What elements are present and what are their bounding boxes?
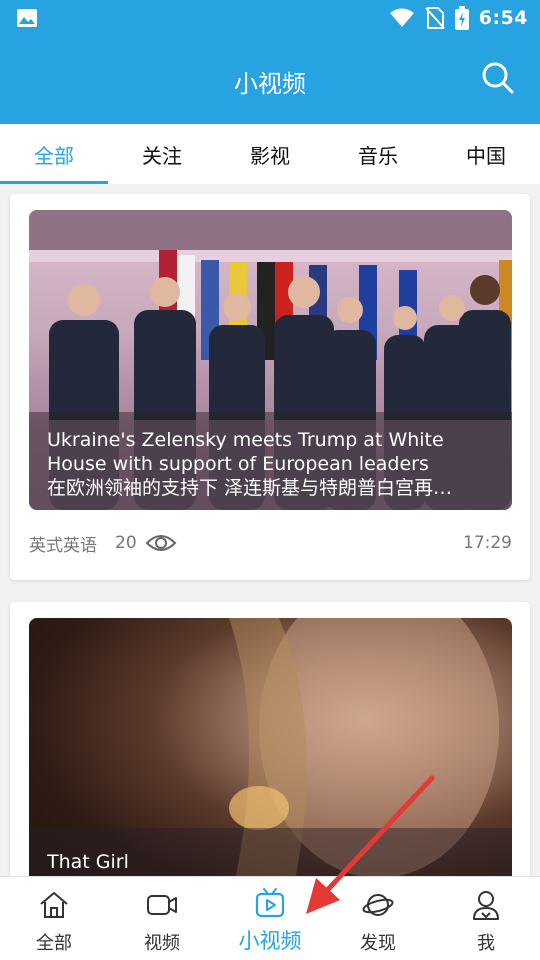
planet-icon xyxy=(362,894,394,916)
battery-charging-icon xyxy=(454,6,469,30)
nav-item-all[interactable]: 全部 xyxy=(0,877,108,960)
tab-following[interactable]: 关注 xyxy=(108,124,216,184)
source-label[interactable]: 英式英语 xyxy=(29,531,97,556)
nav-label: 小视频 xyxy=(238,929,302,953)
tab-all[interactable]: 全部 xyxy=(0,124,108,184)
tab-music[interactable]: 音乐 xyxy=(324,124,432,184)
nav-label: 全部 xyxy=(36,933,72,954)
video-camera-icon xyxy=(147,895,177,915)
video-thumbnail[interactable]: Ukraine's Zelensky meets Trump at White … xyxy=(29,210,512,510)
gallery-icon xyxy=(17,9,37,27)
app-bar: 小视频 xyxy=(0,36,540,124)
eye-icon xyxy=(145,535,177,551)
search-icon[interactable] xyxy=(480,60,516,96)
nav-label: 发现 xyxy=(360,933,396,954)
nav-item-me[interactable]: 我 xyxy=(432,877,540,960)
tv-play-icon xyxy=(255,888,285,918)
view-count: 20 xyxy=(115,533,137,553)
video-card[interactable]: Ukraine's Zelensky meets Trump at White … xyxy=(10,194,530,580)
video-meta: 英式英语 20 17:29 xyxy=(29,530,512,556)
caption-chinese-line: 在欧洲领袖的支持下 泽连斯基与特朗普白宫再… xyxy=(47,477,453,499)
status-bar: 6:54 xyxy=(0,0,540,36)
clock: 6:54 xyxy=(478,7,528,29)
wifi-icon xyxy=(389,8,414,27)
tab-china[interactable]: 中国 xyxy=(432,124,540,184)
page-title: 小视频 xyxy=(234,70,306,98)
bottom-nav: 全部 视频 小视频 发现 我 xyxy=(0,876,540,960)
video-duration: 17:29 xyxy=(463,533,512,553)
nav-item-discover[interactable]: 发现 xyxy=(324,877,432,960)
nav-item-video[interactable]: 视频 xyxy=(108,877,216,960)
nav-label: 我 xyxy=(477,933,495,954)
tab-film[interactable]: 影视 xyxy=(216,124,324,184)
caption-english-line: House with support of European leaders xyxy=(47,453,429,475)
video-card[interactable]: That Girl xyxy=(10,602,530,908)
video-caption: Ukraine's Zelensky meets Trump at White … xyxy=(29,412,512,510)
status-icons: 6:54 xyxy=(389,6,528,30)
nav-label: 视频 xyxy=(144,933,180,954)
category-tabs: 全部 关注 影视 音乐 中国 xyxy=(0,124,540,184)
home-icon xyxy=(40,892,68,918)
caption-english-line: That Girl xyxy=(47,851,129,873)
no-sim-icon xyxy=(424,7,445,29)
nav-item-short-video[interactable]: 小视频 xyxy=(216,877,324,960)
caption-english-line: Ukraine's Zelensky meets Trump at White xyxy=(47,429,444,451)
video-thumbnail[interactable]: That Girl xyxy=(29,618,512,908)
user-icon xyxy=(473,891,499,920)
